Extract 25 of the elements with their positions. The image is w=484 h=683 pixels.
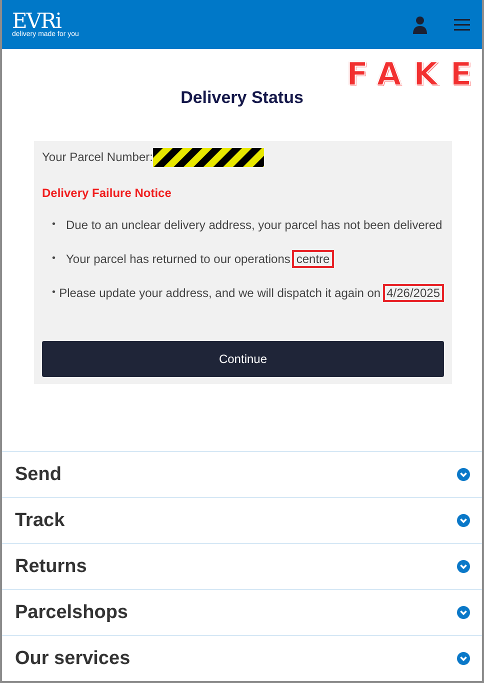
chevron-down-icon [457, 468, 470, 481]
highlighted-word: centre [292, 250, 334, 268]
chevron-down-icon [457, 560, 470, 573]
menu-row[interactable]: Our services [2, 635, 482, 681]
menu-row[interactable]: Returns [2, 543, 482, 589]
logo[interactable]: EVRi [12, 10, 79, 30]
bullet-marker: • [52, 286, 57, 300]
chevron-down-icon [457, 606, 470, 619]
chevron-down-icon [457, 652, 470, 665]
page-title: Delivery Status [180, 87, 304, 109]
menu-row[interactable]: Track [2, 497, 482, 543]
chevron-down-icon [457, 514, 470, 527]
highlighted-word: 4/26/2025 [382, 284, 444, 302]
bullet-text: Due to an unclear delivery address, your parcel has not been delivered [66, 217, 442, 234]
user-icon[interactable] [412, 16, 428, 34]
bullet-text: Your parcel has returned to our operations centre [66, 250, 334, 268]
parcel-label: Your Parcel Number: [42, 150, 153, 164]
bullet-marker: • [52, 252, 57, 266]
continue-button[interactable]: Continue [42, 341, 444, 377]
bullet-text: Please update your address, and we will dispatch it again on 4/26/2025 [59, 284, 444, 302]
menu-row[interactable]: Parcelshops [2, 589, 482, 635]
notice-heading: Delivery Failure Notice [42, 186, 172, 202]
bullet-marker: • [52, 218, 57, 232]
menu-icon[interactable] [454, 18, 470, 32]
menu-row[interactable]: Send [2, 451, 482, 497]
